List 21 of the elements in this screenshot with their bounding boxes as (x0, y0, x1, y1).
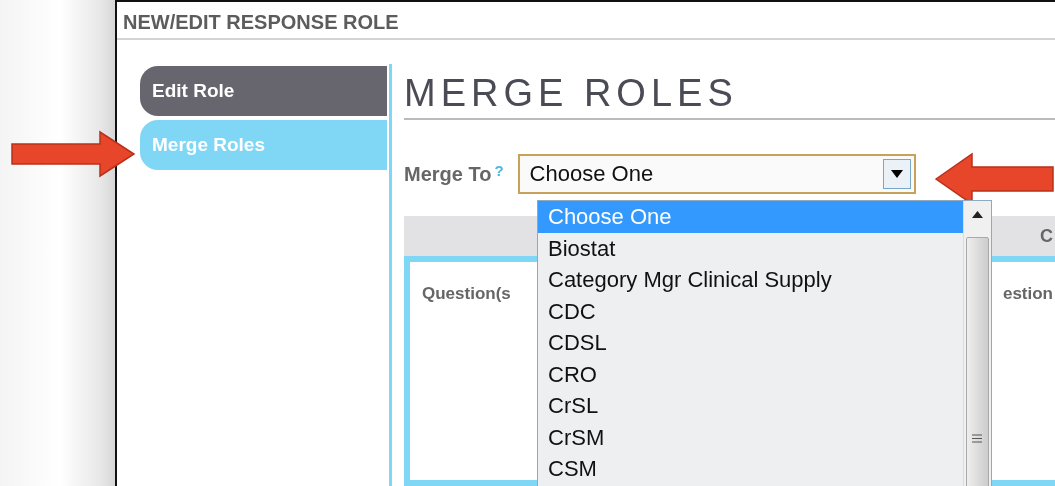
caret-icon (890, 170, 903, 178)
dropdown-option[interactable]: CSM (538, 453, 963, 485)
column-header: C (1040, 225, 1053, 247)
dropdown-option[interactable]: Biostat (538, 232, 963, 264)
question-label: estion (1002, 284, 1053, 304)
grip-icon (972, 434, 982, 443)
scroll-up-icon[interactable] (972, 211, 983, 218)
dropdown-button[interactable] (882, 159, 911, 189)
merge-to-select[interactable]: Choose One (517, 154, 916, 194)
dropdown-option[interactable]: CDC (538, 295, 963, 327)
dropdown-option[interactable]: CDSL (538, 327, 963, 359)
merge-to-label: Merge To (404, 162, 492, 186)
dropdown-option[interactable]: Category Mgr Clinical Supply (538, 264, 963, 296)
dropdown-option[interactable]: CrSL (538, 390, 963, 422)
question-label: Question(s (422, 284, 511, 304)
dropdown-option[interactable]: CrSM (538, 421, 963, 453)
sidebar-tab[interactable]: Edit Role (140, 66, 387, 116)
dropdown-option[interactable]: CRO (538, 358, 963, 390)
scrollbar-thumb[interactable] (966, 237, 989, 486)
window-title: NEW/EDIT RESPONSE ROLE (117, 2, 1055, 40)
page-heading: MERGE ROLES (404, 66, 1055, 120)
